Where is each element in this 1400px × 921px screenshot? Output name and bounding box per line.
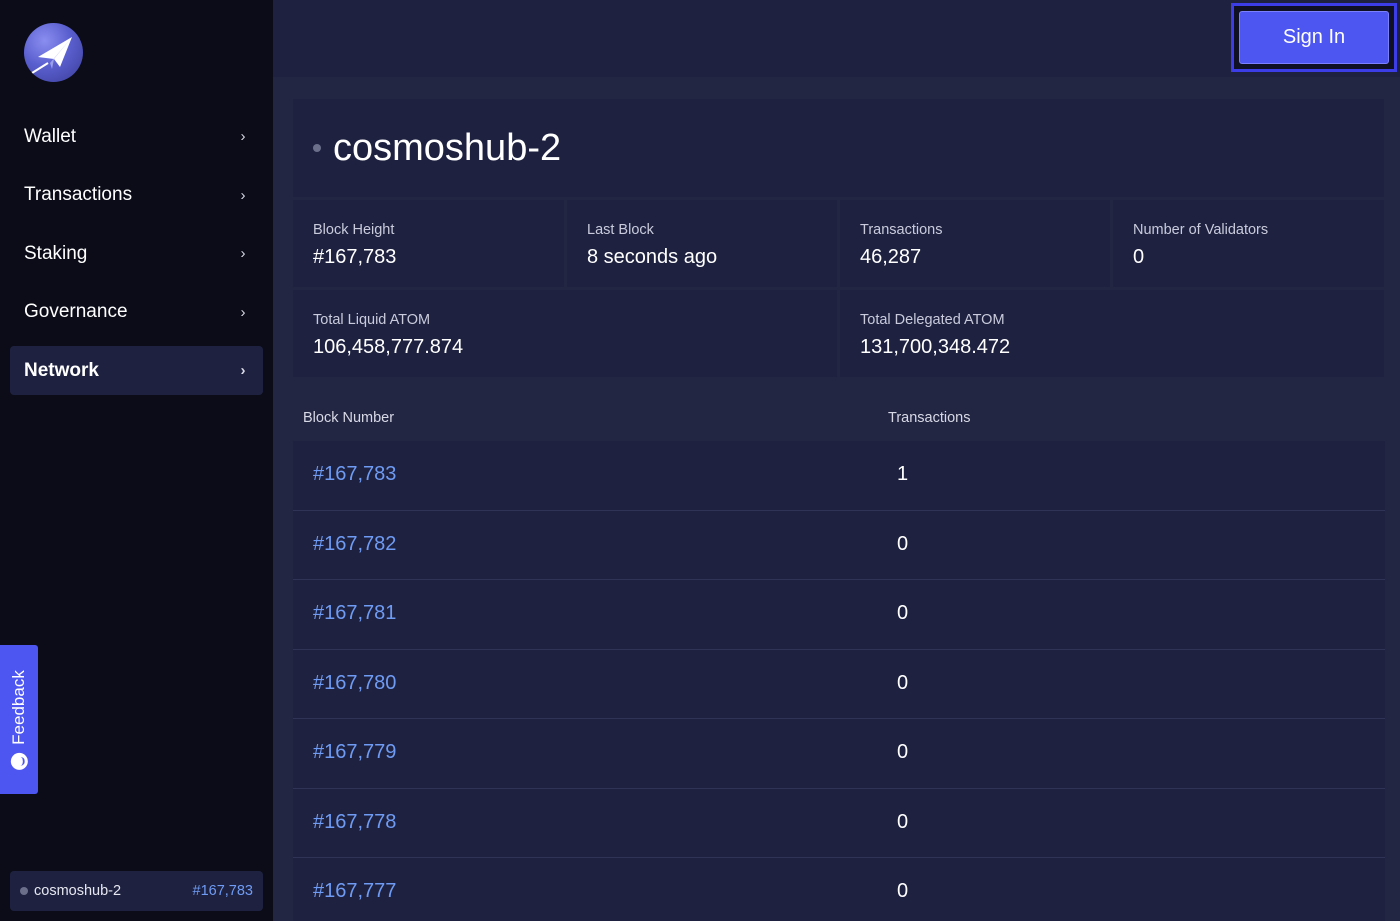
column-header-transactions: Transactions bbox=[888, 410, 971, 426]
table-row[interactable]: #167,777 0 bbox=[293, 858, 1385, 921]
sidebar-nav: Wallet › Transactions › Staking › Govern… bbox=[10, 112, 263, 405]
block-tx-count: 0 bbox=[897, 671, 909, 694]
stat-value: 0 bbox=[1133, 246, 1145, 268]
block-tx-count: 0 bbox=[897, 880, 909, 902]
table-row[interactable]: #167,780 0 bbox=[293, 649, 1385, 719]
feedback-label: Feedback bbox=[9, 669, 29, 745]
sidebar-item-label: Transactions bbox=[24, 184, 133, 206]
stat-value: 8 seconds ago bbox=[587, 246, 718, 268]
table-row[interactable]: #167,782 0 bbox=[293, 510, 1385, 580]
stat-delegated-atom: Total Delegated ATOM 131,700,348.472 bbox=[840, 290, 1384, 377]
feedback-button[interactable]: Feedback bbox=[0, 645, 38, 794]
table-row[interactable]: #167,781 0 bbox=[293, 580, 1385, 650]
sidebar-item-governance[interactable]: Governance › bbox=[10, 288, 263, 337]
stat-value: #167,783 bbox=[313, 246, 397, 268]
column-header-block-number: Block Number bbox=[303, 410, 395, 426]
stat-label: Last Block bbox=[587, 222, 654, 238]
app-logo[interactable] bbox=[24, 23, 83, 82]
stat-value: 106,458,777.874 bbox=[313, 336, 464, 358]
stat-label: Block Height bbox=[313, 222, 395, 238]
block-tx-count: 0 bbox=[897, 810, 909, 833]
stat-validators: Number of Validators 0 bbox=[1113, 200, 1384, 287]
blocks-table: #167,783 1 #167,782 0 #167,781 0 #167,78… bbox=[293, 441, 1385, 921]
stat-value: 46,287 bbox=[860, 246, 922, 268]
sidebar-item-staking[interactable]: Staking › bbox=[10, 229, 263, 278]
table-row[interactable]: #167,778 0 bbox=[293, 788, 1385, 858]
stat-last-block: Last Block 8 seconds ago bbox=[567, 200, 837, 287]
stat-label: Total Delegated ATOM bbox=[860, 312, 1005, 328]
network-title-panel: cosmoshub-2 bbox=[293, 99, 1384, 197]
network-status[interactable]: cosmoshub-2 #167,783 bbox=[10, 871, 263, 911]
sidebar-item-label: Staking bbox=[24, 242, 88, 264]
sidebar-item-label: Wallet bbox=[24, 125, 77, 147]
sidebar: Wallet › Transactions › Staking › Govern… bbox=[0, 0, 273, 921]
block-link[interactable]: #167,783 bbox=[313, 463, 396, 486]
sign-in-button[interactable]: Sign In bbox=[1239, 11, 1389, 64]
stat-label: Total Liquid ATOM bbox=[313, 312, 431, 328]
block-link[interactable]: #167,781 bbox=[313, 602, 396, 625]
latest-block: #167,783 bbox=[192, 883, 253, 899]
block-link[interactable]: #167,777 bbox=[313, 880, 396, 903]
block-link[interactable]: #167,782 bbox=[313, 533, 396, 556]
signin-highlight: Sign In bbox=[1231, 3, 1397, 72]
sidebar-item-transactions[interactable]: Transactions › bbox=[10, 171, 263, 220]
block-link[interactable]: #167,779 bbox=[313, 741, 396, 764]
block-link[interactable]: #167,780 bbox=[313, 672, 396, 695]
sidebar-item-wallet[interactable]: Wallet › bbox=[10, 112, 263, 161]
stat-value: 131,700,348.472 bbox=[860, 336, 1011, 358]
status-dot-icon bbox=[20, 887, 28, 895]
chevron-right-icon: › bbox=[240, 245, 246, 263]
sidebar-item-label: Network bbox=[24, 359, 99, 381]
chevron-right-icon: › bbox=[240, 303, 246, 321]
block-tx-count: 1 bbox=[897, 463, 909, 485]
block-tx-count: 0 bbox=[897, 602, 909, 624]
smiley-icon bbox=[10, 752, 28, 770]
network-name: cosmoshub-2 bbox=[34, 883, 122, 899]
page-title: cosmoshub-2 bbox=[333, 126, 562, 169]
stat-block-height: Block Height #167,783 bbox=[293, 200, 564, 287]
block-tx-count: 0 bbox=[897, 532, 909, 555]
stat-liquid-atom: Total Liquid ATOM 106,458,777.874 bbox=[293, 290, 837, 377]
chevron-right-icon: › bbox=[240, 186, 246, 204]
chevron-right-icon: › bbox=[240, 128, 246, 145]
blocks-table-header: Block Number Transactions bbox=[293, 400, 1385, 440]
sidebar-item-label: Governance bbox=[24, 301, 128, 323]
chevron-right-icon: › bbox=[240, 362, 246, 380]
block-link[interactable]: #167,778 bbox=[313, 811, 396, 834]
table-row[interactable]: #167,783 1 bbox=[293, 441, 1385, 511]
sidebar-item-network[interactable]: Network › bbox=[10, 346, 263, 396]
stat-label: Number of Validators bbox=[1133, 222, 1269, 238]
stat-label: Transactions bbox=[860, 222, 943, 238]
status-dot-icon bbox=[313, 144, 321, 152]
table-row[interactable]: #167,779 0 bbox=[293, 719, 1385, 789]
stat-transactions: Transactions 46,287 bbox=[840, 200, 1110, 287]
block-tx-count: 0 bbox=[897, 741, 909, 763]
